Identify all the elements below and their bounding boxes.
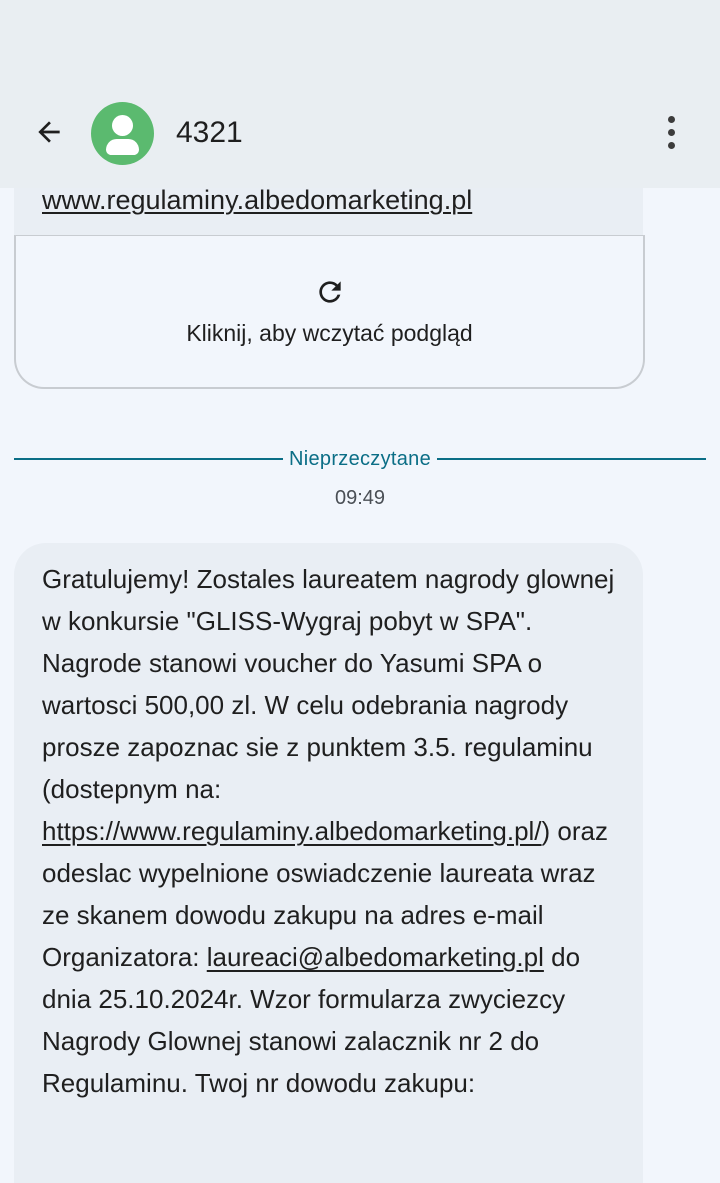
contact-name[interactable]: 4321 [176,113,243,153]
message-text-part: Gratulujemy! Zostales laureatem nagrody … [42,564,615,804]
load-preview-label: Kliknij, aby wczytać podgląd [186,320,473,346]
more-vert-icon [667,115,675,123]
unread-label: Nieprzeczytane [288,447,432,470]
top-app-bar: 4321 [0,0,720,188]
message-timestamp: 09:49 [334,487,386,509]
message-link-email[interactable]: laureaci@albedomarketing.pl [207,942,544,972]
refresh-icon [319,281,341,303]
link-preview-card[interactable]: Kliknij, aby wczytać podgląd [14,235,645,389]
message-text: Gratulujemy! Zostales laureatem nagrody … [42,558,622,1104]
previous-message-link[interactable]: www.regulaminy.albedomarketing.pl [42,183,472,217]
message-link-url[interactable]: https://www.regulaminy.albedomarketing.p… [42,816,542,846]
person-icon [112,115,133,136]
more-options-button[interactable] [648,109,694,155]
divider-line [14,458,283,460]
arrow-left-icon [38,121,60,143]
back-button[interactable] [26,109,72,155]
contact-avatar[interactable] [91,102,154,165]
divider-line [437,458,707,460]
unread-divider: Nieprzeczytane [14,445,707,473]
